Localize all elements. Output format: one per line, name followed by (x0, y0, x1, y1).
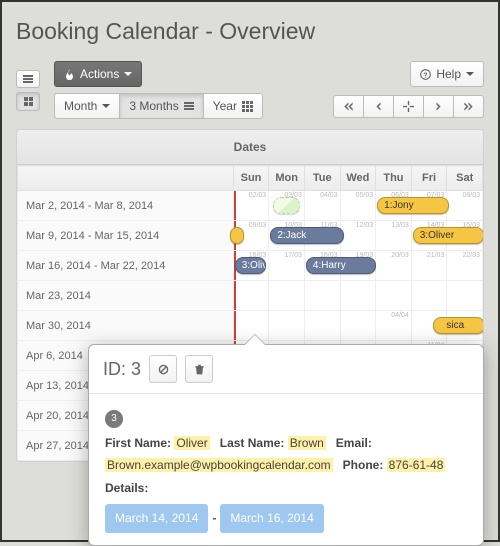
cancel-booking-button[interactable] (149, 355, 177, 383)
popover-id-label: ID: 3 (103, 359, 141, 380)
booking-jack[interactable]: 2:Jack (270, 227, 344, 244)
booking-id-badge: 3 (105, 410, 123, 428)
booking-sica[interactable]: sica (433, 317, 484, 334)
list-icon (23, 75, 33, 83)
booking-continuation[interactable] (230, 227, 244, 244)
nav-today-button[interactable] (393, 95, 424, 118)
grid-icon (242, 101, 253, 112)
range-month-button[interactable]: Month (54, 93, 120, 119)
svg-text:?: ? (424, 72, 428, 79)
help-dropdown[interactable]: ? Help (410, 61, 484, 87)
range-selector: Month 3 Months Year (54, 93, 263, 119)
range-3months-button[interactable]: 3 Months (119, 93, 203, 119)
nav-last-button[interactable] (453, 95, 484, 118)
view-list-button[interactable] (16, 70, 40, 88)
phone-label: Phone: (343, 458, 384, 472)
nav-next-button[interactable] (423, 95, 454, 118)
table-row: Mar 23, 2014 (18, 281, 483, 311)
day-header: Wed (340, 166, 376, 191)
caret-down-icon (124, 72, 132, 80)
date-from-badge: March 14, 2014 (105, 504, 208, 533)
booking-oliver-active[interactable]: 3:Oliver (235, 257, 267, 274)
booking-harry[interactable]: 4:Harry (306, 257, 376, 274)
date-to-badge: March 16, 2014 (220, 504, 323, 533)
list-icon (184, 102, 194, 110)
caret-down-icon (466, 72, 474, 80)
table-row: Mar 2, 2014 - Mar 8, 2014 02/03 03/03 04… (18, 191, 483, 221)
last-name-label: Last Name: (220, 436, 285, 450)
grid-icon (24, 97, 33, 106)
table-row: Mar 16, 2014 - Mar 22, 2014 16/033:Olive… (18, 251, 483, 281)
booking-jony[interactable]: 1:Jony (377, 197, 449, 214)
view-grid-button[interactable] (16, 92, 40, 111)
first-name-value: Oliver (174, 436, 209, 450)
actions-dropdown[interactable]: Actions (54, 61, 142, 87)
day-header: Tue (304, 166, 340, 191)
range-year-button[interactable]: Year (203, 93, 263, 119)
booking-tentative[interactable] (273, 197, 300, 214)
question-icon: ? (420, 69, 431, 80)
details-label: Details: (105, 481, 148, 495)
day-header: Thu (376, 166, 412, 191)
page-title: Booking Calendar - Overview (16, 18, 484, 45)
chevron-right-icon (433, 101, 444, 112)
trash-icon (194, 364, 205, 375)
email-label: Email: (336, 436, 372, 450)
flame-icon (64, 69, 75, 80)
phone-value: 876-61-48 (387, 458, 446, 472)
day-header: Sun (233, 166, 269, 191)
day-header: Fri (411, 166, 447, 191)
nav-controls (333, 95, 484, 118)
booking-popover: ID: 3 3 First Name: Oliver Last Name: Br… (88, 344, 484, 546)
nav-first-button[interactable] (333, 95, 364, 118)
delete-booking-button[interactable] (185, 355, 213, 383)
calendar-header: Dates (17, 130, 483, 165)
last-name-value: Brown (288, 436, 326, 450)
booking-oliver-2[interactable]: 3:Oliver (413, 227, 484, 244)
cancel-icon (158, 364, 169, 375)
day-header: Mon (269, 166, 305, 191)
double-chevron-left-icon (343, 101, 354, 112)
primary-toolbar: Actions ? Help Month 3 Months Year (16, 61, 484, 119)
table-row: Mar 9, 2014 - Mar 15, 2014 09/03 10/032:… (18, 221, 483, 251)
crosshair-icon (403, 101, 414, 112)
day-header: Sat (447, 166, 483, 191)
chevron-left-icon (373, 101, 384, 112)
nav-prev-button[interactable] (363, 95, 394, 118)
double-chevron-right-icon (463, 101, 474, 112)
first-name-label: First Name: (105, 436, 171, 450)
email-value: Brown.example@wpbookingcalendar.com (105, 458, 333, 472)
